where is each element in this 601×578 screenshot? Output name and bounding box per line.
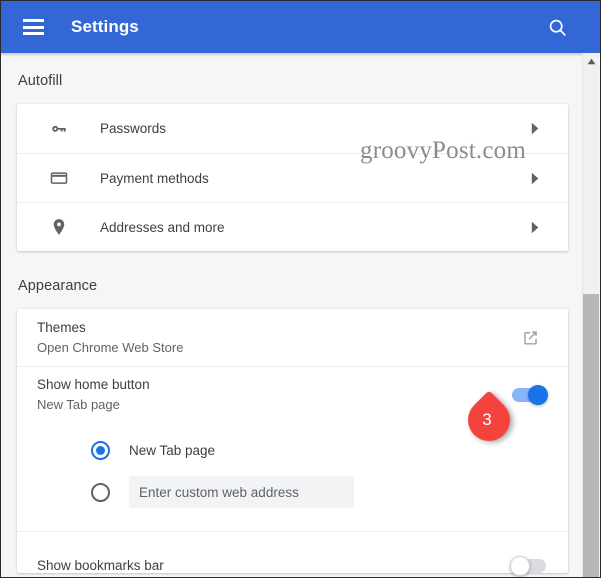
- scroll-up-arrow-icon[interactable]: [583, 53, 599, 70]
- chevron-right-icon[interactable]: [522, 122, 548, 135]
- bookmarks-bar-texts: Show bookmarks bar: [37, 544, 512, 573]
- settings-row-passwords[interactable]: Passwords: [17, 104, 568, 153]
- settings-row-themes[interactable]: Themes Open Chrome Web Store: [17, 309, 568, 366]
- toggle-knob: [510, 555, 530, 576]
- settings-row-payment-methods[interactable]: Payment methods: [17, 153, 568, 202]
- toggle-knob: [528, 385, 548, 405]
- themes-texts: Themes Open Chrome Web Store: [37, 319, 515, 357]
- credit-card-icon: [47, 166, 71, 190]
- settings-window: Settings Autofill Passwords Payment meth…: [0, 0, 601, 578]
- app-bar: Settings: [1, 1, 600, 53]
- chevron-right-icon[interactable]: [522, 221, 548, 234]
- location-pin-icon: [47, 215, 71, 239]
- section-header-appearance: Appearance: [18, 278, 98, 294]
- hamburger-menu-icon[interactable]: [23, 19, 44, 35]
- show-bookmarks-bar-label: Show bookmarks bar: [37, 557, 164, 573]
- toggle-track: [512, 385, 548, 405]
- search-icon[interactable]: [540, 10, 574, 44]
- settings-row-label: Payment methods: [100, 170, 209, 186]
- themes-label: Themes: [37, 319, 86, 335]
- custom-web-address-input[interactable]: [129, 476, 354, 508]
- chevron-right-icon[interactable]: [522, 172, 548, 185]
- show-home-button-label: Show home button: [37, 377, 150, 392]
- themes-sublabel: Open Chrome Web Store: [37, 339, 184, 355]
- settings-row-show-home-button[interactable]: Show home button New Tab page: [17, 366, 568, 423]
- radio-option-custom-address[interactable]: [17, 471, 568, 513]
- settings-row-addresses-and-more[interactable]: Addresses and more: [17, 202, 568, 251]
- show-bookmarks-bar-toggle[interactable]: [510, 555, 546, 576]
- key-icon: [47, 117, 71, 141]
- home-page-radio-group: New Tab page: [17, 423, 568, 531]
- settings-row-show-bookmarks-bar[interactable]: Show bookmarks bar: [17, 531, 568, 576]
- page-title: Settings: [71, 17, 139, 36]
- home-button-texts: Show home button New Tab page: [37, 376, 512, 414]
- radio-option-label: New Tab page: [129, 442, 216, 458]
- radio-button[interactable]: [91, 440, 110, 460]
- toggle-track: [510, 555, 546, 576]
- hamburger-line: [23, 25, 44, 29]
- hamburger-line: [23, 32, 44, 35]
- show-home-button-toggle[interactable]: [512, 385, 548, 405]
- radio-option-new-tab-page[interactable]: New Tab page: [17, 429, 568, 471]
- settings-content: Autofill Passwords Payment methods Addre…: [1, 53, 584, 577]
- autofill-card: Passwords Payment methods Addresses and …: [17, 104, 568, 251]
- section-header-autofill: Autofill: [18, 73, 63, 89]
- scrollbar-thumb[interactable]: [583, 294, 599, 577]
- vertical-scrollbar[interactable]: [582, 53, 599, 577]
- appearance-card: Themes Open Chrome Web Store Show home b…: [17, 309, 568, 576]
- show-home-button-sublabel: New Tab page: [37, 397, 120, 412]
- open-in-new-icon[interactable]: [515, 328, 545, 347]
- settings-row-label: Addresses and more: [100, 219, 225, 235]
- radio-button[interactable]: [91, 482, 110, 502]
- settings-row-label: Passwords: [100, 121, 167, 136]
- hamburger-line: [23, 19, 44, 22]
